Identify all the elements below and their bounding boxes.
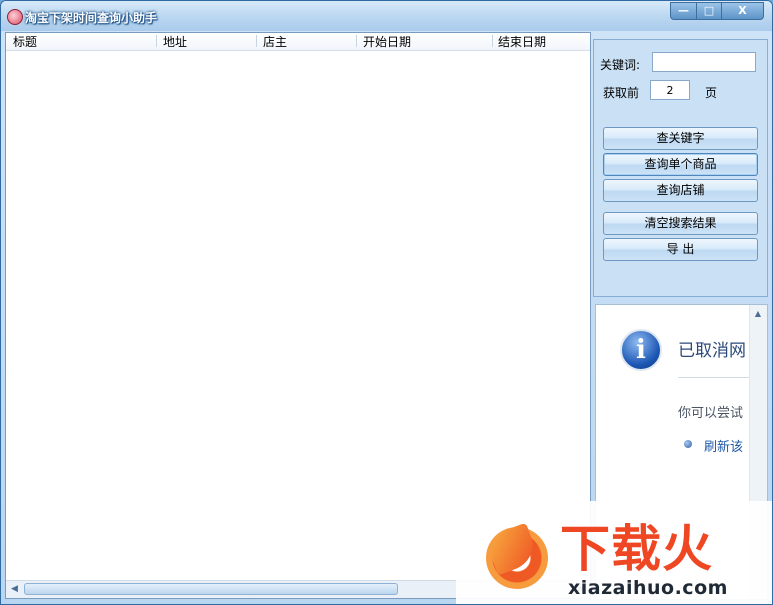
column-divider[interactable] xyxy=(356,35,357,47)
close-button[interactable]: X xyxy=(721,2,764,20)
pages-unit-label: 页 xyxy=(705,86,718,100)
app-window: 淘宝下架时间查询小助手 — □ X 标题 地址 店主 开始日期 结束日期 ◀ ▶… xyxy=(0,0,773,605)
pages-label: 获取前 xyxy=(603,86,640,100)
export-button[interactable]: 导 出 xyxy=(603,238,758,261)
app-icon xyxy=(7,9,23,25)
query-single-item-button[interactable]: 查询单个商品 xyxy=(603,153,758,176)
keyword-label: 关键词: xyxy=(600,58,641,72)
navigation-cancelled-title: 已取消网 xyxy=(678,341,746,361)
suggestion-text: 你可以尝试 xyxy=(678,406,744,421)
column-divider[interactable] xyxy=(256,35,257,47)
watermark: 下载火 xiazaihuo.com xyxy=(456,501,772,604)
query-shop-button[interactable]: 查询店铺 xyxy=(603,179,758,202)
watermark-url: xiazaihuo.com xyxy=(568,577,728,599)
watermark-brand: 下载火 xyxy=(560,520,713,578)
column-header-end-date[interactable]: 结束日期 xyxy=(498,35,546,49)
column-header-owner[interactable]: 店主 xyxy=(263,35,287,49)
scrollbar-thumb[interactable] xyxy=(24,583,398,595)
watermark-logo-icon xyxy=(484,522,548,589)
column-header-title[interactable]: 标题 xyxy=(13,35,37,49)
column-divider[interactable] xyxy=(492,35,493,47)
minimize-button[interactable]: — xyxy=(670,2,697,20)
column-divider[interactable] xyxy=(156,35,157,47)
column-header-start-date[interactable]: 开始日期 xyxy=(363,35,411,49)
search-panel: 关键词: 获取前 页 查关键字 查询单个商品 查询店铺 清空搜索结果 导 出 xyxy=(593,39,768,297)
maximize-button[interactable]: □ xyxy=(696,2,722,20)
window-title: 淘宝下架时间查询小助手 xyxy=(25,11,158,25)
refresh-link[interactable]: 刷新该 xyxy=(704,436,743,455)
clear-results-button[interactable]: 清空搜索结果 xyxy=(603,212,758,235)
column-header-address[interactable]: 地址 xyxy=(163,35,187,49)
list-header: 标题 地址 店主 开始日期 结束日期 xyxy=(6,33,590,51)
divider xyxy=(678,377,758,378)
bullet-icon xyxy=(684,440,692,448)
scroll-up-icon[interactable]: ▲ xyxy=(750,309,766,318)
keyword-input[interactable] xyxy=(652,52,756,72)
flame-icon xyxy=(484,522,540,576)
pages-input[interactable] xyxy=(650,80,690,100)
scroll-left-icon[interactable]: ◀ xyxy=(6,581,23,597)
info-icon: i xyxy=(620,329,662,371)
search-keyword-button[interactable]: 查关键字 xyxy=(603,127,758,150)
title-bar[interactable]: 淘宝下架时间查询小助手 — □ X xyxy=(1,1,772,31)
